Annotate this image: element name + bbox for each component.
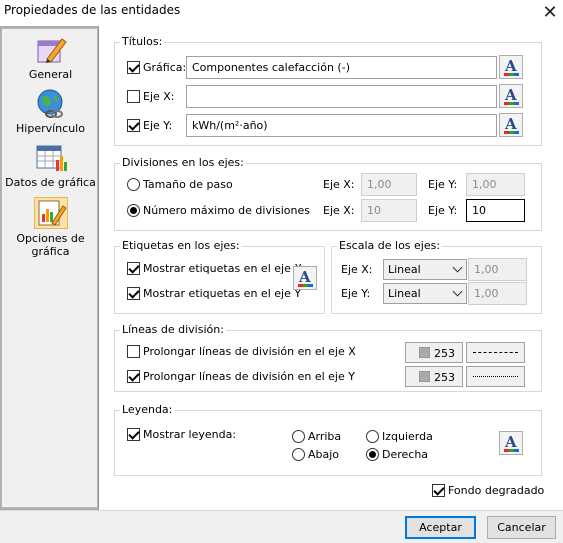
window-title: Propiedades de las entidades (4, 3, 181, 17)
prolongar-x-checkbox[interactable] (127, 345, 140, 358)
sidebar-item-general[interactable]: General (2, 35, 99, 81)
grafica-title-input[interactable]: Componentes calefacción (-) (186, 56, 497, 79)
leyenda-arriba-radio[interactable] (292, 430, 305, 443)
eje-y-title-input[interactable]: kWh/(m²·año) (186, 114, 497, 137)
leyenda-abajo-radio[interactable] (292, 448, 305, 461)
eje-y-title-label: Eje Y: (143, 119, 173, 132)
table-chart-icon (35, 143, 67, 173)
max-eje-y-input[interactable]: 10 (466, 199, 525, 222)
prolongar-x-line-style[interactable] (466, 342, 525, 363)
eje-x-font-button[interactable]: A (499, 84, 523, 108)
aceptar-button[interactable]: Aceptar (405, 516, 476, 539)
grafica-checkbox[interactable] (127, 61, 140, 74)
escala-eje-y-select[interactable]: Lineal (383, 283, 467, 304)
chevron-down-icon (452, 262, 463, 273)
edit-pencil-icon (35, 35, 67, 65)
mostrar-etiquetas-x-label: Mostrar etiquetas en el eje X (143, 262, 302, 275)
leyenda-derecha-label: Derecha (382, 448, 429, 461)
paso-eje-x-input[interactable]: 1,00 (361, 173, 417, 196)
leyenda-abajo-label: Abajo (308, 448, 340, 461)
sidebar-item-opciones-grafica[interactable]: Opciones de gráfica (2, 197, 99, 258)
sidebar-panel: General Hipervínculo Datos de gráfica Op… (1, 28, 98, 508)
escala-eje-x-label: Eje X: (341, 263, 373, 276)
globe-link-icon (35, 89, 67, 119)
sidebar-item-label: Hipervínculo (16, 122, 85, 135)
color-swatch (419, 371, 430, 382)
leyenda-derecha-radio[interactable] (366, 448, 379, 461)
escala-group-label: Escala de los ejes: (337, 239, 443, 252)
paso-eje-y-label: Eje Y: (428, 178, 458, 191)
mostrar-leyenda-checkbox[interactable] (127, 428, 140, 441)
sidebar-item-label: General (28, 68, 73, 81)
max-eje-x-label: Eje X: (323, 204, 355, 217)
mostrar-etiquetas-y-label: Mostrar etiquetas en el eje Y (143, 287, 302, 300)
color-value: 253 (434, 347, 455, 360)
dialog-footer (0, 510, 563, 543)
sidebar-item-hipervinculo[interactable]: Hipervínculo (2, 89, 99, 135)
color-value: 253 (434, 371, 455, 384)
numero-max-label: Número máximo de divisiones (143, 204, 310, 217)
prolongar-y-checkbox[interactable] (127, 370, 140, 383)
eje-x-title-label: Eje X: (143, 90, 175, 103)
eje-y-font-button[interactable]: A (499, 113, 523, 137)
escala-eje-y-value: Lineal (388, 287, 421, 300)
escala-eje-x-select[interactable]: Lineal (383, 259, 467, 280)
eje-x-title-input[interactable] (186, 85, 497, 108)
mostrar-etiquetas-x-checkbox[interactable] (127, 262, 140, 275)
divisiones-group-label: Divisiones en los ejes: (120, 156, 246, 169)
prolongar-x-color[interactable]: 253 (405, 342, 463, 363)
cancelar-button[interactable]: Cancelar (487, 516, 556, 539)
leyenda-group-label: Leyenda: (120, 403, 175, 416)
prolongar-x-label: Prolongar líneas de división en el eje X (143, 345, 356, 358)
tamano-paso-label: Tamaño de paso (143, 178, 233, 191)
escala-eje-y-label: Eje Y: (341, 287, 371, 300)
sidebar-item-label: Datos de gráfica (5, 176, 96, 189)
fondo-degradado-checkbox[interactable] (432, 484, 445, 497)
leyenda-font-button[interactable]: A (499, 431, 523, 455)
prolongar-y-line-style[interactable] (466, 366, 525, 387)
max-eje-y-label: Eje Y: (428, 204, 458, 217)
chevron-down-icon (452, 286, 463, 297)
escala-eje-x-value: Lineal (388, 263, 421, 276)
dotted-line-icon (473, 376, 518, 377)
tamano-paso-radio[interactable] (127, 178, 140, 191)
etiquetas-group-label: Etiquetas en los ejes: (120, 239, 242, 252)
dash-line-icon (473, 352, 518, 353)
etiquetas-font-button[interactable]: A (293, 266, 317, 290)
mostrar-leyenda-label: Mostrar leyenda: (143, 428, 237, 441)
titulos-group-label: Títulos: (120, 35, 165, 48)
sidebar-item-datos-grafica[interactable]: Datos de gráfica (2, 143, 99, 189)
eje-x-title-checkbox[interactable] (127, 90, 140, 103)
prolongar-y-color[interactable]: 253 (405, 366, 463, 387)
close-icon[interactable]: ✕ (538, 0, 562, 24)
grafica-label: Gráfica: (143, 61, 187, 74)
color-swatch (419, 347, 430, 358)
paso-eje-x-label: Eje X: (323, 178, 355, 191)
paso-eje-y-input[interactable]: 1,00 (466, 173, 525, 196)
max-eje-x-input[interactable]: 10 (361, 199, 417, 222)
prolongar-y-label: Prolongar líneas de división en el eje Y (143, 370, 355, 383)
numero-max-radio[interactable] (127, 204, 140, 217)
leyenda-group (114, 410, 542, 476)
eje-y-title-checkbox[interactable] (127, 119, 140, 132)
lineas-group-label: Líneas de división: (120, 323, 226, 336)
fondo-degradado-label: Fondo degradado (448, 484, 545, 497)
chart-options-icon (33, 197, 68, 229)
escala-eje-y-input[interactable]: 1,00 (468, 282, 527, 305)
escala-eje-x-input[interactable]: 1,00 (468, 258, 527, 281)
leyenda-izquierda-label: Izquierda (382, 430, 433, 443)
leyenda-arriba-label: Arriba (308, 430, 342, 443)
sidebar-item-label: Opciones de gráfica (16, 232, 85, 258)
mostrar-etiquetas-y-checkbox[interactable] (127, 287, 140, 300)
grafica-font-button[interactable]: A (499, 55, 523, 79)
leyenda-izquierda-radio[interactable] (366, 430, 379, 443)
